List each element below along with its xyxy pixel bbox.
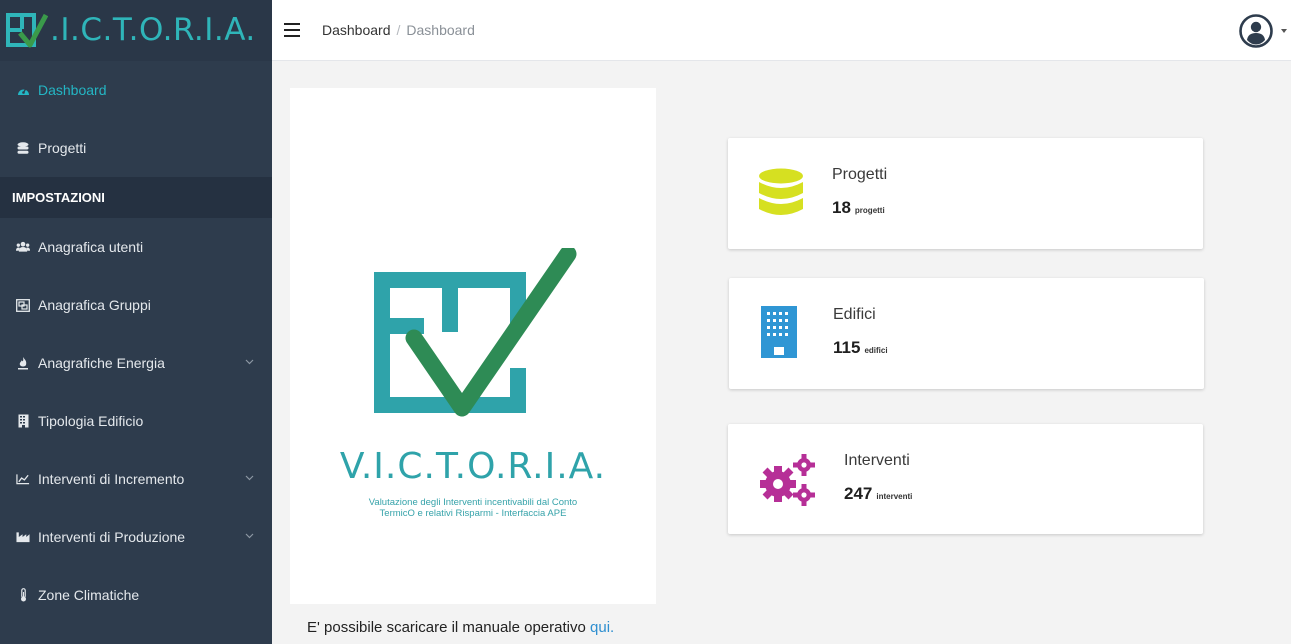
sidebar-item-label: Anagrafiche Energia [38, 355, 165, 371]
fire-icon [16, 356, 30, 370]
user-avatar-icon [1239, 14, 1273, 48]
database-icon [16, 141, 30, 155]
sidebar-item-label: Tipologia Edificio [38, 413, 144, 429]
sidebar-item-anagrafiche-energia[interactable]: Anagrafiche Energia [0, 334, 272, 392]
sidebar-item-interventi-di-produzione[interactable]: Interventi di Produzione [0, 508, 272, 566]
stat-card-edifici[interactable]: Edifici 115 edifici [729, 278, 1204, 389]
stat-card-progetti[interactable]: Progetti 18 progetti [728, 138, 1203, 249]
tachometer-icon [16, 83, 30, 97]
sidebar-item-label: Anagrafica utenti [38, 239, 144, 255]
logo-subtitle: Valutazione degli Interventi incentivabi… [290, 497, 656, 519]
sidebar-item-label: Dashboard [38, 82, 107, 98]
menu-toggle-icon[interactable] [284, 23, 300, 37]
sidebar-nav: Dashboard Progetti IMPOSTAZIONI Anagrafi… [0, 61, 272, 624]
sidebar-item-interventi-di-incremento[interactable]: Interventi di Incremento [0, 450, 272, 508]
cogs-icon [760, 454, 815, 506]
logo-title: V.I.C.T.O.R.I.A. [339, 446, 607, 487]
brand-name: .I.C.T.O.R.I.A. [50, 12, 256, 48]
sidebar-item-progetti[interactable]: Progetti [0, 119, 272, 177]
caret-down-icon [1281, 29, 1287, 33]
thermometer-icon [16, 588, 30, 602]
stat-card-interventi[interactable]: Interventi 247 interventi [728, 424, 1203, 534]
database-icon [759, 168, 803, 215]
logo-subtitle-line-1: Valutazione degli Interventi incentivabi… [368, 497, 578, 508]
victoria-logo-icon [374, 248, 577, 417]
sidebar-section-impostazioni: IMPOSTAZIONI [0, 177, 272, 218]
line-chart-icon [16, 472, 30, 486]
stat-title: Progetti [832, 166, 888, 183]
sidebar-item-label: Interventi di Produzione [38, 529, 186, 545]
sidebar-item-zone-climatiche[interactable]: Zone Climatiche [0, 566, 272, 624]
logo-subtitle-line-2: TermicO e relativi Risparmi - Interfacci… [379, 508, 567, 519]
sidebar-item-anagrafica-utenti[interactable]: Anagrafica utenti [0, 218, 272, 276]
breadcrumb-root[interactable]: Dashboard [322, 22, 391, 38]
building-icon [761, 306, 797, 358]
sidebar-item-anagrafica-gruppi[interactable]: Anagrafica Gruppi [0, 276, 272, 334]
chevron-down-icon [245, 475, 254, 481]
stat-unit: edifici [864, 346, 888, 355]
sidebar: .I.C.T.O.R.I.A. Dashboard Progetti IMPOS… [0, 0, 272, 644]
stat-unit: interventi [876, 492, 913, 501]
manual-download-link[interactable]: qui. [590, 619, 614, 636]
sidebar-item-label: Interventi di Incremento [38, 471, 185, 487]
logo-panel: V.I.C.T.O.R.I.A. Valutazione degli Inter… [290, 88, 656, 604]
sidebar-item-tipologia-edificio[interactable]: Tipologia Edificio [0, 392, 272, 450]
brand-logo-link[interactable]: .I.C.T.O.R.I.A. [0, 0, 272, 61]
breadcrumb-current: Dashboard [406, 22, 475, 38]
stat-title: Interventi [844, 452, 910, 469]
breadcrumb-separator: / [396, 22, 401, 38]
stat-number: 247 [844, 484, 873, 503]
stat-title: Edifici [833, 306, 876, 323]
stat-number: 18 [832, 198, 851, 217]
stat-unit: progetti [854, 206, 885, 215]
sidebar-item-dashboard[interactable]: Dashboard [0, 61, 272, 119]
building-icon [16, 414, 30, 428]
chevron-down-icon [245, 359, 254, 365]
industry-icon [16, 530, 30, 544]
object-group-icon [16, 298, 30, 312]
top-bar: Dashboard / Dashboard [272, 0, 1291, 61]
sidebar-item-label: Progetti [38, 140, 87, 156]
sidebar-item-label: Anagrafica Gruppi [38, 297, 151, 313]
stat-value-edifici: 115 edifici [833, 338, 888, 358]
brand-logo-icon [6, 12, 48, 47]
sidebar-item-label: Zone Climatiche [38, 587, 140, 603]
breadcrumb: Dashboard / Dashboard [322, 22, 475, 38]
manual-download-text: E' possibile scaricare il manuale operat… [307, 619, 614, 636]
stat-number: 115 [833, 338, 861, 357]
manual-download-label: E' possibile scaricare il manuale operat… [307, 619, 591, 636]
users-icon [16, 240, 30, 254]
stat-value-interventi: 247 interventi [844, 484, 912, 504]
chevron-down-icon [245, 533, 254, 539]
stat-value-progetti: 18 progetti [832, 198, 885, 218]
user-menu[interactable] [1239, 14, 1287, 48]
